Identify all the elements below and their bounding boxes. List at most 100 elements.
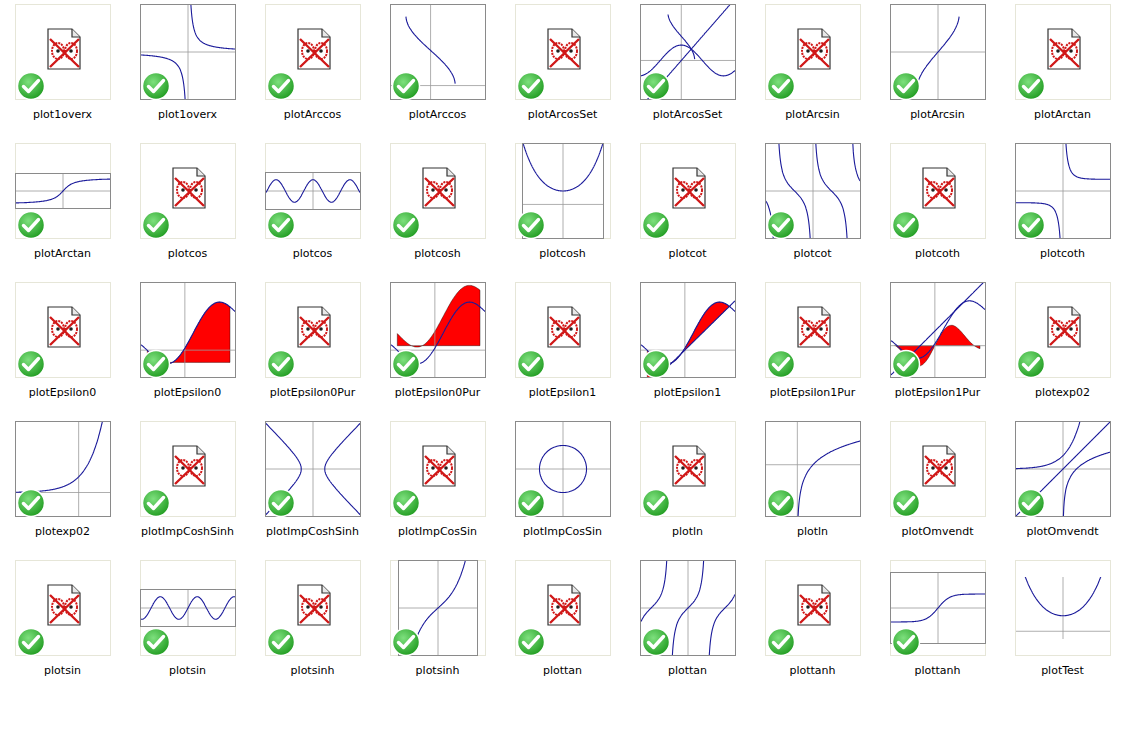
file-name[interactable]: plotArcosSet: [653, 108, 722, 122]
file-name[interactable]: plotcos: [168, 247, 208, 261]
thumbnail[interactable]: [15, 4, 111, 100]
file-item[interactable]: plotcoth: [1000, 143, 1125, 282]
thumbnail[interactable]: [390, 143, 486, 239]
thumbnail[interactable]: [765, 560, 861, 656]
thumbnail[interactable]: [1015, 143, 1111, 239]
thumbnail[interactable]: [890, 282, 986, 378]
file-name[interactable]: plottanh: [914, 664, 960, 678]
file-item[interactable]: plotcot: [625, 143, 750, 282]
file-item[interactable]: plotEpsilon1: [625, 282, 750, 421]
thumbnail[interactable]: [640, 143, 736, 239]
file-item[interactable]: plotArcsin: [875, 4, 1000, 143]
file-name[interactable]: plotOmvendt: [902, 525, 974, 539]
file-item[interactable]: plotArcosSet: [500, 4, 625, 143]
thumbnail[interactable]: [140, 143, 236, 239]
file-item[interactable]: plotexp02: [0, 421, 125, 560]
file-item[interactable]: plotOmvendt: [875, 421, 1000, 560]
file-name[interactable]: plotcoth: [1040, 247, 1085, 261]
file-item[interactable]: plotln: [750, 421, 875, 560]
thumbnail[interactable]: [890, 560, 986, 656]
thumbnail[interactable]: [140, 560, 236, 656]
file-name[interactable]: plotln: [797, 525, 828, 539]
file-name[interactable]: plotcot: [668, 247, 706, 261]
thumbnail[interactable]: [515, 560, 611, 656]
file-item[interactable]: plotcoth: [875, 143, 1000, 282]
thumbnail[interactable]: [265, 560, 361, 656]
thumbnail[interactable]: [890, 4, 986, 100]
file-name[interactable]: plotexp02: [35, 525, 90, 539]
thumbnail[interactable]: [265, 143, 361, 239]
file-name[interactable]: plottan: [543, 664, 582, 678]
thumbnail[interactable]: [640, 4, 736, 100]
thumbnail[interactable]: [390, 4, 486, 100]
file-name[interactable]: plot1overx: [158, 108, 217, 122]
file-name[interactable]: plotArctan: [34, 247, 91, 261]
thumbnail[interactable]: [765, 282, 861, 378]
file-name[interactable]: plotEpsilon1: [654, 386, 722, 400]
file-item[interactable]: plotcosh: [375, 143, 500, 282]
file-name[interactable]: plotArccos: [284, 108, 341, 122]
file-name[interactable]: plotEpsilon1: [529, 386, 597, 400]
file-item[interactable]: plottan: [625, 560, 750, 699]
thumbnail[interactable]: [265, 282, 361, 378]
thumbnail[interactable]: [265, 421, 361, 517]
thumbnail[interactable]: [890, 143, 986, 239]
thumbnail[interactable]: [140, 421, 236, 517]
thumbnail[interactable]: [515, 421, 611, 517]
file-item[interactable]: plotcos: [250, 143, 375, 282]
file-name[interactable]: plottan: [668, 664, 707, 678]
file-item[interactable]: plotEpsilon0Pur: [250, 282, 375, 421]
file-name[interactable]: plotImpCosSin: [523, 525, 602, 539]
file-item[interactable]: plotEpsilon0: [0, 282, 125, 421]
file-item[interactable]: plotImpCoshSinh: [125, 421, 250, 560]
thumbnail[interactable]: [15, 560, 111, 656]
file-item[interactable]: plotcos: [125, 143, 250, 282]
file-name[interactable]: plottanh: [789, 664, 835, 678]
file-item[interactable]: plotsin: [0, 560, 125, 699]
file-name[interactable]: plotcosh: [414, 247, 461, 261]
file-item[interactable]: plotEpsilon0: [125, 282, 250, 421]
thumbnail[interactable]: [1015, 4, 1111, 100]
thumbnail[interactable]: [1015, 560, 1111, 656]
thumbnail[interactable]: [1015, 421, 1111, 517]
file-name[interactable]: plotsinh: [291, 664, 335, 678]
file-name[interactable]: plotEpsilon0Pur: [270, 386, 356, 400]
file-name[interactable]: plotcosh: [539, 247, 586, 261]
file-name[interactable]: plotexp02: [1035, 386, 1090, 400]
file-name[interactable]: plotcot: [793, 247, 831, 261]
thumbnail[interactable]: [265, 4, 361, 100]
thumbnail[interactable]: [1015, 282, 1111, 378]
thumbnail[interactable]: [15, 143, 111, 239]
file-name[interactable]: plotArccos: [409, 108, 466, 122]
file-name[interactable]: plotEpsilon0: [154, 386, 222, 400]
file-name[interactable]: plot1overx: [33, 108, 92, 122]
thumbnail[interactable]: [140, 4, 236, 100]
file-name[interactable]: plotImpCoshSinh: [266, 525, 359, 539]
file-item[interactable]: plotsinh: [250, 560, 375, 699]
file-item[interactable]: plotEpsilon1: [500, 282, 625, 421]
file-item[interactable]: plot1overx: [0, 4, 125, 143]
thumbnail[interactable]: [765, 143, 861, 239]
thumbnail[interactable]: [640, 282, 736, 378]
file-name[interactable]: plotsin: [169, 664, 206, 678]
file-item[interactable]: plottanh: [875, 560, 1000, 699]
thumbnail[interactable]: [515, 4, 611, 100]
thumbnail[interactable]: [515, 282, 611, 378]
thumbnail[interactable]: [15, 421, 111, 517]
file-name[interactable]: plotArcosSet: [528, 108, 597, 122]
file-item[interactable]: plotTest: [1000, 560, 1125, 699]
file-item[interactable]: plotArccos: [250, 4, 375, 143]
file-item[interactable]: plottan: [500, 560, 625, 699]
file-name[interactable]: plotArcsin: [910, 108, 965, 122]
file-item[interactable]: plotEpsilon1Pur: [750, 282, 875, 421]
file-name[interactable]: plotEpsilon0Pur: [395, 386, 481, 400]
file-item[interactable]: plotEpsilon0Pur: [375, 282, 500, 421]
file-item[interactable]: plotArcsin: [750, 4, 875, 143]
file-item[interactable]: plotArcosSet: [625, 4, 750, 143]
thumbnail[interactable]: [390, 282, 486, 378]
file-item[interactable]: plotcosh: [500, 143, 625, 282]
thumbnail[interactable]: [890, 421, 986, 517]
file-item[interactable]: plotArccos: [375, 4, 500, 143]
file-name[interactable]: plotsinh: [416, 664, 460, 678]
thumbnail[interactable]: [515, 143, 611, 239]
